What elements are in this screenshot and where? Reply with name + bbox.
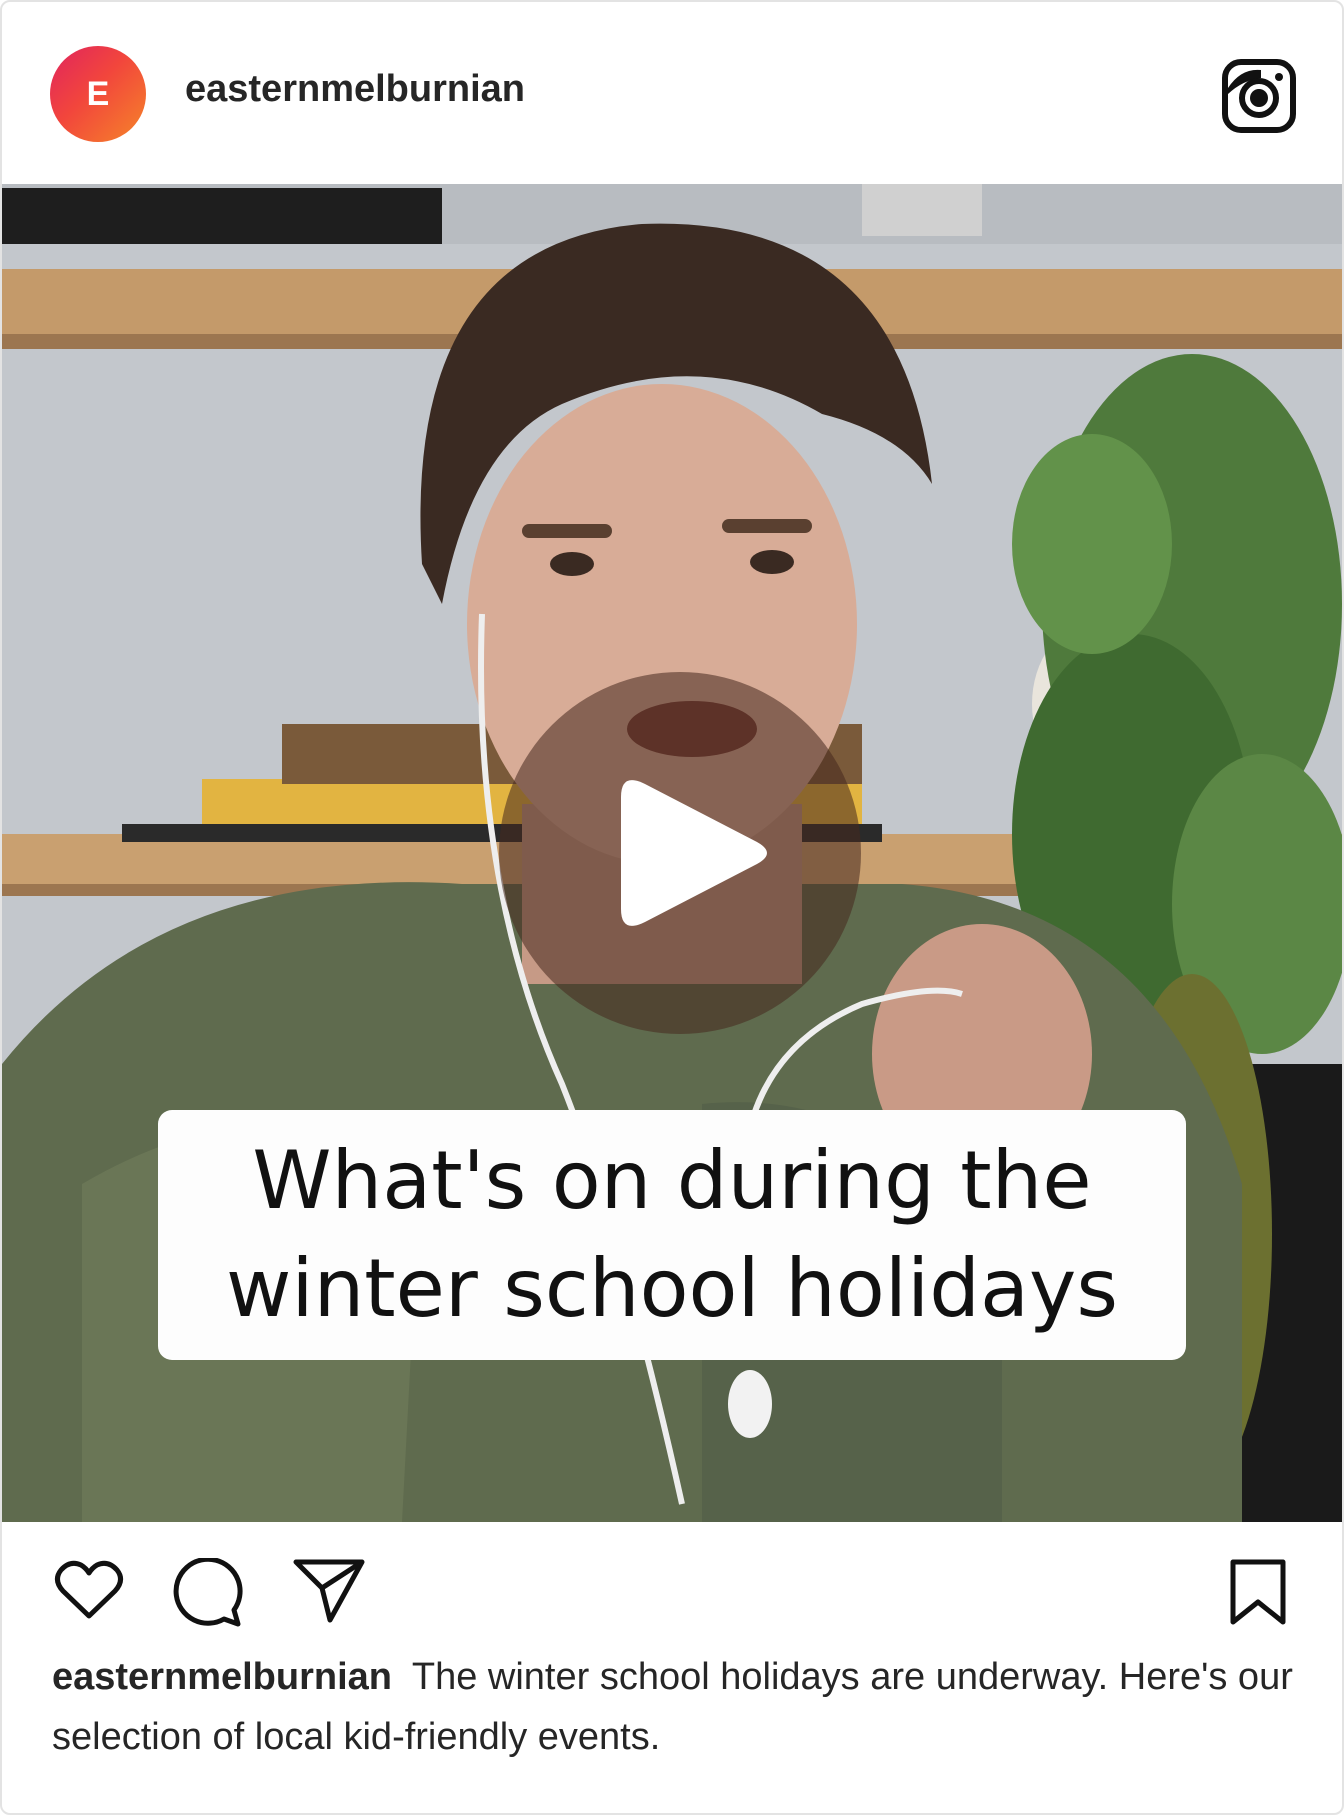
caption-username[interactable]: easternmelburnian [52, 1656, 392, 1698]
avatar[interactable]: E [50, 46, 146, 142]
post-header: E easternmelburnian [2, 2, 1342, 182]
send-icon[interactable] [292, 1556, 368, 1626]
action-bar [2, 1542, 1342, 1632]
play-icon [621, 780, 767, 926]
play-button[interactable] [499, 672, 861, 1034]
instagram-logo-icon[interactable] [1221, 58, 1297, 134]
video-title-overlay: What's on during the winter school holid… [158, 1110, 1186, 1360]
post-caption: easternmelburnian The winter school holi… [52, 1647, 1302, 1767]
avatar-letter: E [86, 74, 110, 113]
heart-icon[interactable] [54, 1560, 124, 1622]
video-thumbnail[interactable]: What's on during the winter school holid… [2, 184, 1342, 1522]
bookmark-icon[interactable] [1227, 1558, 1289, 1628]
instagram-post-card: E easternmelburnian What's on during the… [0, 0, 1344, 1815]
comment-icon[interactable] [172, 1558, 244, 1628]
video-title-line-1: What's on during the [252, 1134, 1092, 1227]
post-username[interactable]: easternmelburnian [185, 68, 525, 111]
video-title-line-2: winter school holidays [225, 1242, 1119, 1335]
